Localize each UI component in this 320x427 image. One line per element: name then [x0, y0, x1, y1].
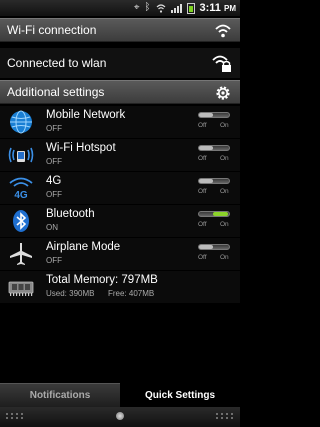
- setting-label: 4G: [46, 175, 62, 187]
- wifi-hotspot-toggle[interactable]: Off On: [196, 145, 234, 165]
- wifi-icon: [156, 3, 165, 13]
- setting-state: OFF: [46, 256, 62, 265]
- status-bar: ⌖ ᛒ 3:11 PM: [0, 0, 240, 16]
- svg-text:4G: 4G: [14, 190, 28, 201]
- setting-row-wifi-hotspot[interactable]: Wi-Fi Hotspot OFF Off On: [0, 139, 240, 171]
- setting-state: OFF: [46, 157, 62, 166]
- setting-state: OFF: [46, 124, 62, 133]
- airplane-mode-toggle[interactable]: Off On: [196, 244, 234, 264]
- gps-icon: ⌖: [133, 2, 140, 13]
- setting-row-bluetooth[interactable]: Bluetooth ON Off On: [0, 205, 240, 237]
- memory-used: Used: 390MB: [46, 289, 95, 298]
- wifi-connection-title: Wi-Fi connection: [7, 23, 97, 37]
- tab-quick-settings[interactable]: Quick Settings: [120, 383, 240, 407]
- globe-icon: [10, 110, 32, 134]
- airplane-icon: [10, 243, 32, 265]
- wlan-status-label: Connected to wlan: [7, 56, 107, 70]
- drawer-handle[interactable]: [0, 407, 240, 427]
- hotspot-icon: [8, 147, 34, 163]
- setting-row-mobile-network[interactable]: Mobile Network OFF Off On: [0, 106, 240, 138]
- gear-icon[interactable]: [214, 84, 232, 102]
- bluetooth-icon: ᛒ: [144, 2, 151, 13]
- handle-knob[interactable]: [116, 412, 124, 420]
- 4g-icon: 4G: [9, 177, 33, 201]
- grip-dots-left: [6, 413, 24, 419]
- wifi-connection-header[interactable]: Wi-Fi connection: [0, 18, 240, 42]
- signal-icon: [170, 3, 182, 13]
- setting-label: Wi-Fi Hotspot: [46, 142, 116, 154]
- setting-row-4g[interactable]: 4G 4G OFF Off On: [0, 172, 240, 204]
- setting-state: ON: [46, 223, 58, 232]
- tab-notifications[interactable]: Notifications: [0, 383, 120, 407]
- memory-total: Total Memory: 797MB: [46, 274, 158, 286]
- bottom-tabs: Notifications Quick Settings: [0, 383, 240, 407]
- mobile-network-toggle[interactable]: Off On: [196, 112, 234, 132]
- 4g-toggle[interactable]: Off On: [196, 178, 234, 198]
- grip-dots-right: [216, 413, 234, 419]
- clock: 3:11 PM: [199, 2, 236, 14]
- memory-free: Free: 407MB: [108, 289, 155, 298]
- setting-row-airplane-mode[interactable]: Airplane Mode OFF Off On: [0, 238, 240, 270]
- bluetooth-icon: [13, 210, 29, 232]
- additional-settings-title: Additional settings: [7, 85, 105, 99]
- wifi-lock-icon: [212, 55, 231, 72]
- wlan-status-row[interactable]: Connected to wlan: [0, 48, 240, 78]
- additional-settings-header[interactable]: Additional settings: [0, 80, 240, 104]
- setting-state: OFF: [46, 190, 62, 199]
- bluetooth-toggle[interactable]: Off On: [196, 211, 234, 231]
- setting-label: Bluetooth: [46, 208, 95, 220]
- wifi-icon: [215, 24, 231, 38]
- setting-label: Mobile Network: [46, 109, 126, 121]
- memory-row[interactable]: Total Memory: 797MB Used: 390MB Free: 40…: [0, 271, 240, 303]
- setting-label: Airplane Mode: [46, 241, 121, 253]
- battery-icon: [186, 2, 195, 14]
- memory-chip-icon: [8, 281, 34, 296]
